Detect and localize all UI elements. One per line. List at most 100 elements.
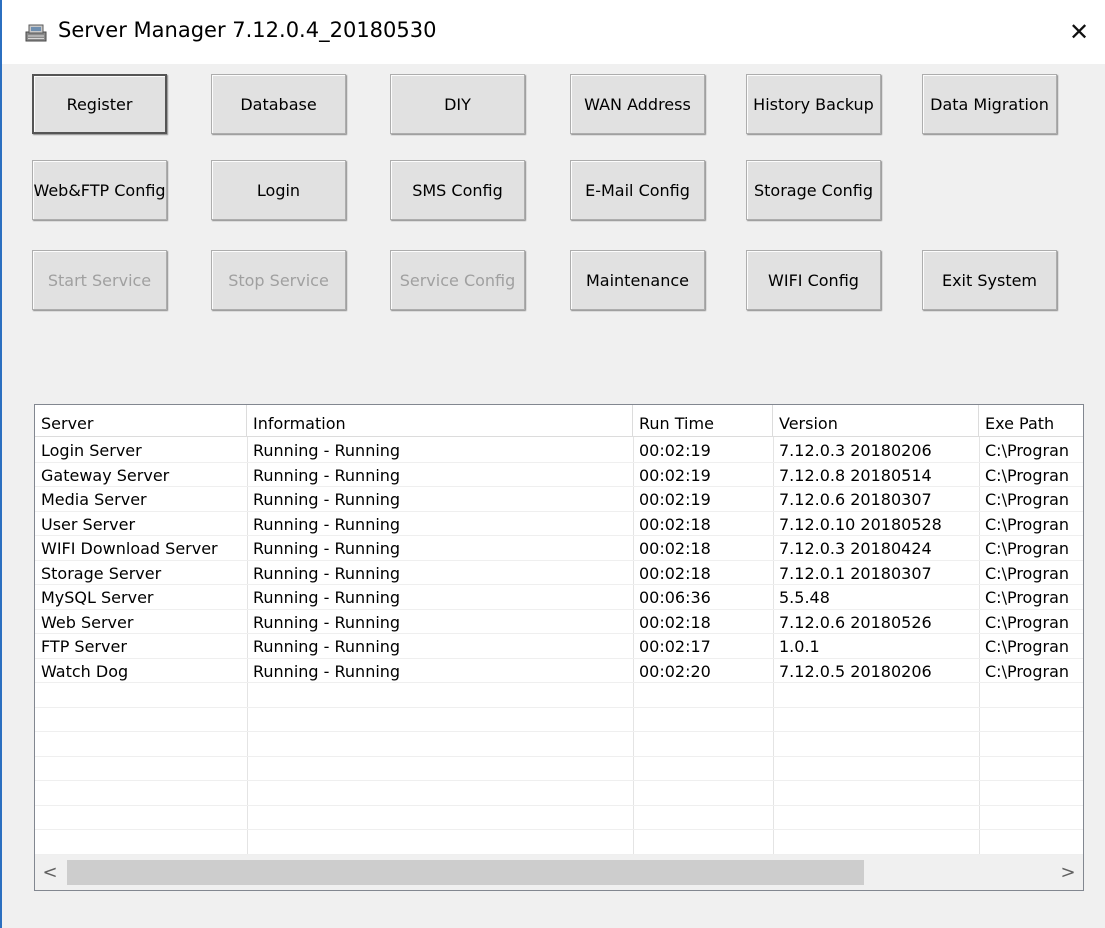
storage-config-button[interactable]: Storage Config [746, 160, 881, 220]
cell-run-time: 00:02:18 [639, 514, 711, 534]
cell-version: 7.12.0.6 20180307 [779, 490, 932, 509]
exit-system-button[interactable]: Exit System [922, 250, 1057, 310]
data-migration-button[interactable]: Data Migration [922, 74, 1057, 134]
cell-version: 5.5.48 [779, 588, 830, 607]
table-row[interactable]: FTP Server Running - Running 00:02:17 1.0.1… [35, 634, 1083, 659]
history-backup-button[interactable]: History Backup [746, 74, 881, 134]
table-row[interactable]: User Server Running - Running 00:02:18 7.12… [35, 512, 1083, 536]
chevron-left-icon: < [42, 862, 58, 883]
scroll-left-button[interactable]: < [35, 855, 65, 890]
cell-information: Running - Running [253, 661, 401, 681]
cell-information: Running - Running [253, 490, 401, 509]
cell-server: Web Server [41, 612, 134, 632]
cell-server: User Server [41, 514, 136, 534]
sms-config-button[interactable]: SMS Config [390, 160, 525, 220]
column-header-exe-path[interactable]: Exe Path [979, 405, 1083, 436]
window-left-border [0, 0, 2, 928]
cell-exe-path: C:\Progran [985, 514, 1070, 534]
empty-row [35, 830, 1083, 855]
cell-information: Running - Running [253, 465, 401, 485]
cell-information: Running - Running [253, 637, 401, 656]
cell-run-time: 00:02:17 [639, 637, 711, 656]
cell-exe-path: C:\Progran [985, 563, 1070, 583]
title-bar[interactable]: Server Manager 7.12.0.4_20180530 ✕ [2, 0, 1105, 64]
list-rows: Login Server Running - Running 00:02:19 7.1… [35, 438, 1083, 855]
column-header-run-time[interactable]: Run Time [633, 405, 773, 436]
cell-server: FTP Server [41, 637, 127, 656]
cell-server: Storage Server [41, 563, 162, 583]
wan-address-button[interactable]: WAN Address [570, 74, 705, 134]
web-ftp-config-button[interactable]: Web&FTP Config [32, 160, 167, 220]
window-title: Server Manager 7.12.0.4_20180530 [58, 18, 437, 42]
server-manager-icon [24, 22, 48, 44]
close-button[interactable]: ✕ [1059, 10, 1099, 54]
cell-version: 7.12.0.3 20180424 [779, 539, 932, 558]
scroll-right-button[interactable]: > [1053, 855, 1083, 890]
cell-run-time: 00:02:18 [639, 563, 711, 583]
cell-exe-path: C:\Progran [985, 588, 1070, 607]
table-row[interactable]: Web Server Running - Running 00:02:18 7.12.… [35, 610, 1083, 634]
cell-run-time: 00:02:20 [639, 661, 711, 681]
cell-server: Media Server [41, 490, 147, 509]
cell-version: 7.12.0.1 20180307 [779, 563, 932, 583]
stop-service-button[interactable]: Stop Service [211, 250, 346, 310]
cell-information: Running - Running [253, 563, 401, 583]
cell-version: 7.12.0.3 20180206 [779, 441, 932, 460]
table-row[interactable]: Login Server Running - Running 00:02:19 7.1… [35, 438, 1083, 463]
login-button[interactable]: Login [211, 160, 346, 220]
cell-server: Gateway Server [41, 465, 170, 485]
cell-version: 7.12.0.5 20180206 [779, 661, 932, 681]
cell-exe-path: C:\Progran [985, 612, 1070, 632]
cell-version: 7.12.0.8 20180514 [779, 465, 932, 485]
cell-exe-path: C:\Progran [985, 539, 1070, 558]
register-button[interactable]: Register [32, 74, 167, 134]
table-row[interactable]: WIFI Download Server Running - Running 00:… [35, 536, 1083, 561]
cell-run-time: 00:02:18 [639, 539, 711, 558]
cell-version: 7.12.0.6 20180526 [779, 612, 932, 632]
cell-information: Running - Running [253, 539, 401, 558]
cell-information: Running - Running [253, 612, 401, 632]
scrollbar-thumb[interactable] [67, 860, 864, 885]
horizontal-scrollbar[interactable]: < > [35, 855, 1083, 890]
cell-exe-path: C:\Progran [985, 441, 1070, 460]
cell-exe-path: C:\Progran [985, 661, 1070, 681]
cell-information: Running - Running [253, 588, 401, 607]
cell-information: Running - Running [253, 441, 401, 460]
service-config-button[interactable]: Service Config [390, 250, 525, 310]
table-row[interactable]: Storage Server Running - Running 00:02:18 7… [35, 561, 1083, 585]
maintenance-button[interactable]: Maintenance [570, 250, 705, 310]
empty-row [35, 781, 1083, 806]
column-header-information[interactable]: Information [247, 405, 633, 436]
cell-information: Running - Running [253, 514, 401, 534]
empty-row [35, 757, 1083, 781]
cell-exe-path: C:\Progran [985, 637, 1070, 656]
cell-exe-path: C:\Progran [985, 465, 1070, 485]
database-button[interactable]: Database [211, 74, 346, 134]
wifi-config-button[interactable]: WIFI Config [746, 250, 881, 310]
cell-server: Watch Dog [41, 661, 129, 681]
cell-server: MySQL Server [41, 588, 154, 607]
column-header-version[interactable]: Version [773, 405, 979, 436]
list-header: Server Information Run Time Version Exe … [35, 405, 1083, 437]
table-row[interactable]: Media Server Running - Running 00:02:19 7.1… [35, 487, 1083, 512]
email-config-button[interactable]: E-Mail Config [570, 160, 705, 220]
cell-server: WIFI Download Server [41, 539, 218, 558]
cell-run-time: 00:06:36 [639, 588, 711, 607]
cell-version: 7.12.0.10 20180528 [779, 514, 942, 534]
diy-button[interactable]: DIY [390, 74, 525, 134]
cell-run-time: 00:02:19 [639, 441, 711, 460]
empty-row [35, 732, 1083, 757]
cell-server: Login Server [41, 441, 142, 460]
close-icon: ✕ [1068, 18, 1090, 46]
cell-run-time: 00:02:18 [639, 612, 711, 632]
table-row[interactable]: Gateway Server Running - Running 00:02:19 7… [35, 463, 1083, 487]
table-row[interactable]: MySQL Server Running - Running 00:06:36 5.5… [35, 585, 1083, 610]
column-header-server[interactable]: Server [35, 405, 247, 436]
server-list[interactable]: Server Information Run Time Version Exe … [34, 404, 1084, 891]
cell-run-time: 00:02:19 [639, 490, 711, 509]
chevron-right-icon: > [1060, 862, 1076, 883]
start-service-button[interactable]: Start Service [32, 250, 167, 310]
empty-row [35, 683, 1083, 708]
cell-exe-path: C:\Progran [985, 490, 1070, 509]
table-row[interactable]: Watch Dog Running - Running 00:02:20 7.12.0… [35, 659, 1083, 683]
